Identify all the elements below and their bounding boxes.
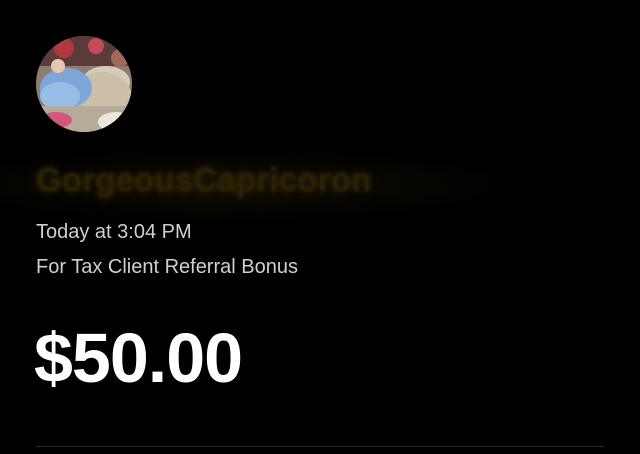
avatar[interactable]	[36, 36, 132, 132]
payment-timestamp: Today at 3:04 PM	[36, 221, 192, 243]
avatar-photo	[36, 36, 132, 132]
payment-amount: $50.00	[34, 319, 243, 397]
payment-detail-screen: GorgeousCapricoron Today at 3:04 PM For …	[0, 0, 640, 454]
divider	[36, 446, 604, 447]
recipient-name[interactable]: GorgeousCapricoron	[36, 161, 371, 199]
payment-memo: For Tax Client Referral Bonus	[36, 256, 298, 278]
